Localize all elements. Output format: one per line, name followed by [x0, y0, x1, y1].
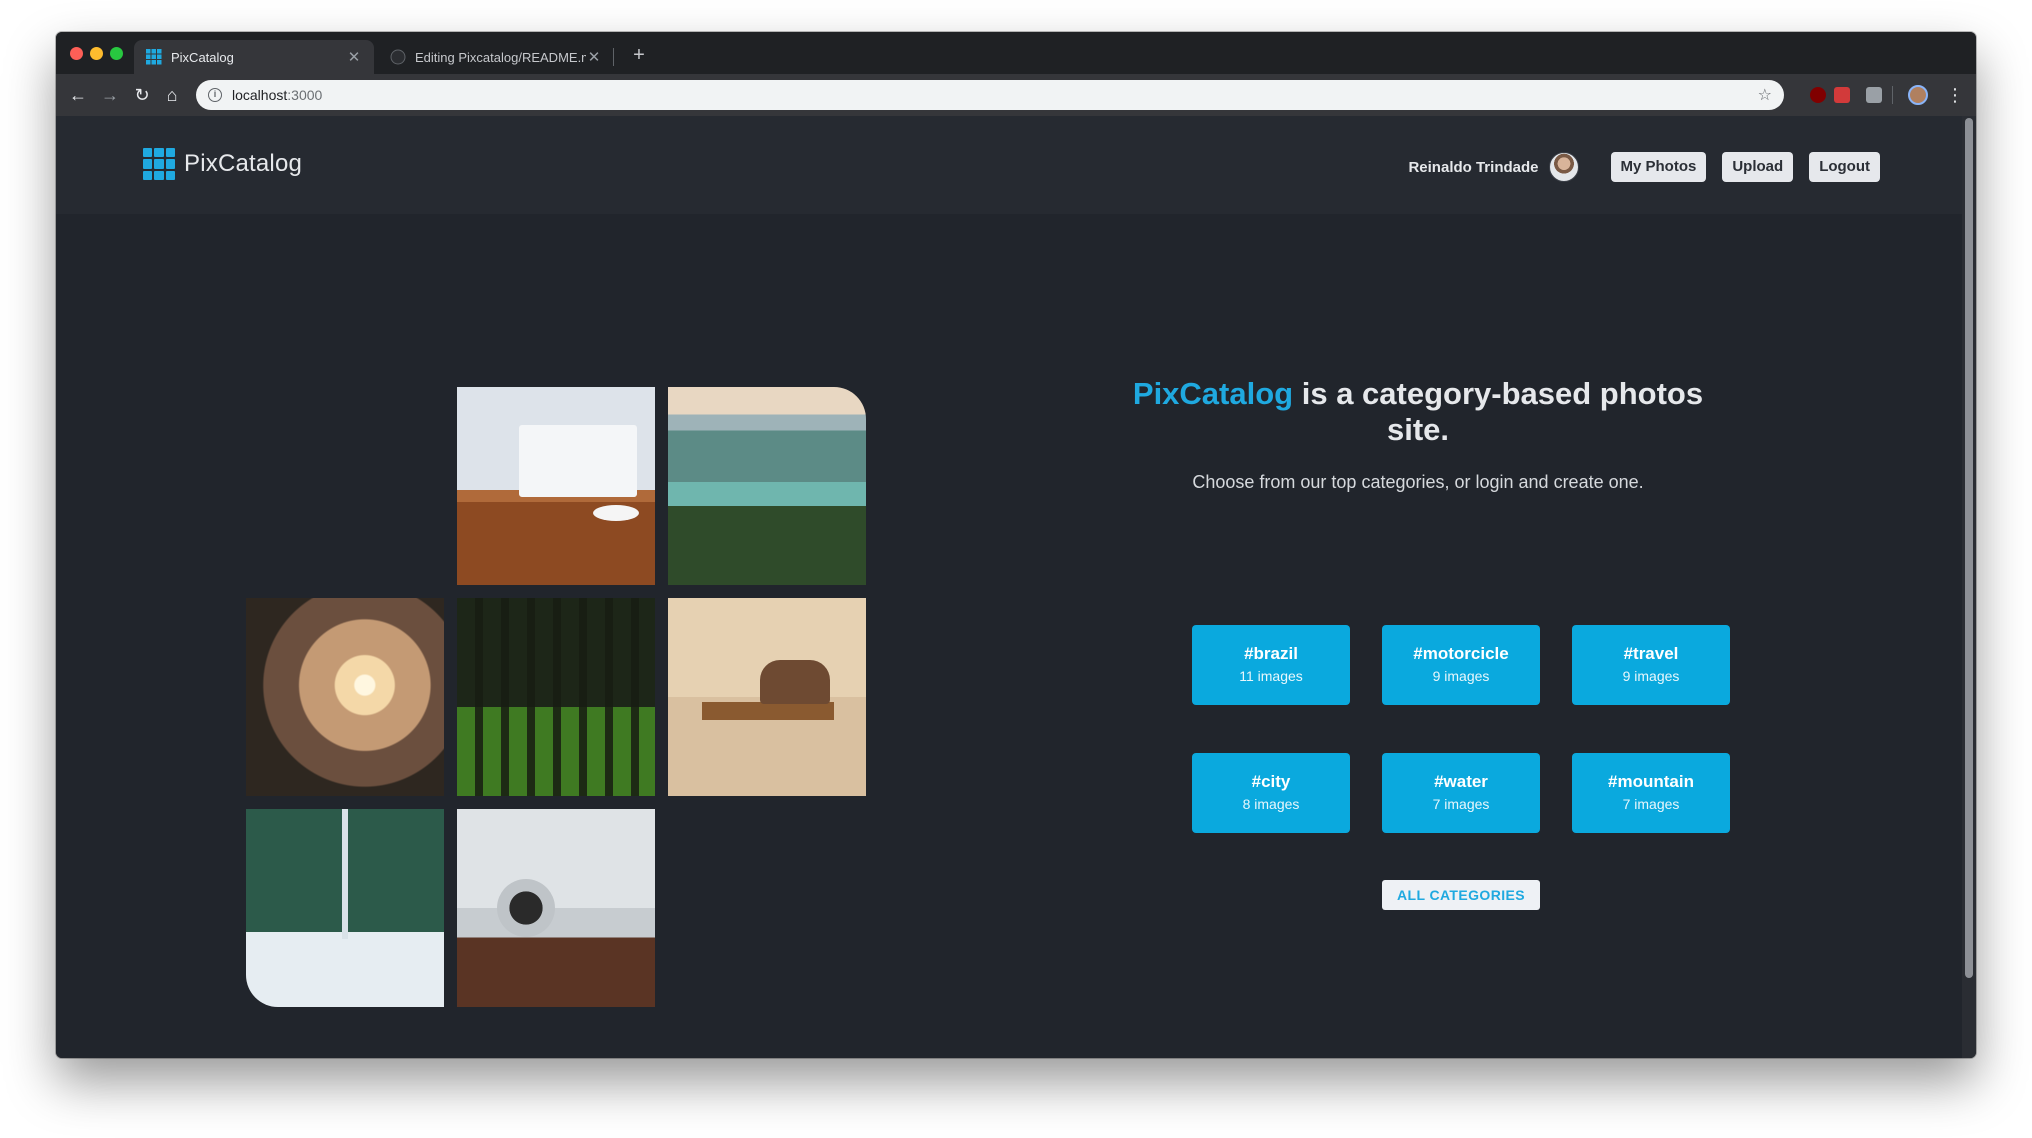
- url-host: localhost: [232, 87, 288, 103]
- hero-title: PixCatalog is a category-based photos si…: [1100, 376, 1736, 448]
- category-count: 9 images: [1432, 668, 1490, 684]
- category-count: 7 images: [1432, 796, 1490, 812]
- page-viewport: PixCatalog Reinaldo Trindade My Photos U…: [56, 116, 1976, 1058]
- url-port: :3000: [287, 87, 323, 103]
- category-name: #city: [1251, 772, 1291, 791]
- scrollbar-thumb[interactable]: [1965, 118, 1973, 978]
- category-name: #mountain: [1608, 772, 1694, 791]
- tab-title: PixCatalog: [171, 49, 234, 65]
- category-count: 11 images: [1239, 668, 1303, 684]
- extension-icon[interactable]: [1834, 87, 1850, 103]
- user-name: Reinaldo Trindade: [1408, 158, 1539, 176]
- couple-bench-photo: [668, 598, 866, 796]
- site-logo[interactable]: PixCatalog: [143, 148, 302, 180]
- address-bar[interactable]: i localhost :3000 ☆: [196, 80, 1784, 110]
- close-window-button[interactable]: [70, 47, 83, 60]
- minimize-window-button[interactable]: [90, 47, 103, 60]
- my-photos-button[interactable]: My Photos: [1610, 152, 1707, 182]
- site-header: PixCatalog Reinaldo Trindade My Photos U…: [56, 116, 1962, 214]
- tab-divider: [613, 48, 614, 66]
- hero-title-rest: is a category-based photos site.: [1293, 376, 1704, 447]
- category-name: #motorcicle: [1413, 644, 1509, 663]
- photo-mosaic: [246, 387, 866, 1007]
- category-card-city[interactable]: #city 8 images: [1192, 753, 1350, 833]
- new-tab-plus-icon[interactable]: +: [626, 42, 652, 68]
- category-card-motorcicle[interactable]: #motorcicle 9 images: [1382, 625, 1540, 705]
- category-count: 8 images: [1242, 796, 1300, 812]
- close-tab-icon[interactable]: ✕: [586, 48, 602, 66]
- logout-button[interactable]: Logout: [1809, 152, 1880, 182]
- info-icon[interactable]: i: [208, 88, 222, 102]
- desk-laptop-photo: [457, 387, 655, 585]
- browser-toolbar: ← → ↻ ⌂ i localhost :3000 ☆ ⋮: [56, 74, 1976, 116]
- logo-text: PixCatalog: [184, 150, 303, 177]
- star-icon[interactable]: ☆: [1758, 85, 1772, 105]
- hero-subtitle: Choose from our top categories, or login…: [1192, 472, 1644, 492]
- all-categories-button[interactable]: ALL CATEGORIES: [1382, 880, 1540, 910]
- github-favicon-icon: [390, 49, 406, 65]
- upload-button[interactable]: Upload: [1722, 152, 1794, 182]
- profile-avatar-icon[interactable]: [1908, 85, 1928, 105]
- bridge-underside-photo: [246, 809, 444, 1007]
- category-count: 7 images: [1622, 796, 1680, 812]
- category-name: #travel: [1623, 644, 1679, 663]
- tab-github-readme[interactable]: Editing Pixcatalog/README.md ✕: [378, 40, 614, 74]
- category-count: 9 images: [1622, 668, 1680, 684]
- maximize-window-button[interactable]: [110, 47, 123, 60]
- category-card-brazil[interactable]: #brazil 11 images: [1192, 625, 1350, 705]
- hero-brand: PixCatalog: [1132, 376, 1294, 411]
- category-name: #brazil: [1244, 644, 1298, 663]
- tab-pixcatalog[interactable]: PixCatalog ✕: [134, 40, 374, 74]
- avatar[interactable]: [1548, 152, 1579, 182]
- user-area: Reinaldo Trindade My Photos Upload Logou…: [1408, 152, 1880, 182]
- kebab-menu-icon[interactable]: ⋮: [1946, 83, 1964, 107]
- category-card-mountain[interactable]: #mountain 7 images: [1572, 753, 1730, 833]
- category-grid: #brazil 11 images #motorcicle 9 images #…: [1192, 625, 1732, 833]
- forest-photo: [457, 598, 655, 796]
- ublock-extension-icon[interactable]: [1810, 87, 1826, 103]
- lake-mountains-photo: [668, 387, 866, 585]
- category-card-water[interactable]: #water 7 images: [1382, 753, 1540, 833]
- home-icon[interactable]: ⌂: [160, 83, 184, 107]
- category-card-travel[interactable]: #travel 9 images: [1572, 625, 1730, 705]
- toolbar-divider: [1892, 86, 1893, 104]
- tab-bar: PixCatalog ✕ Editing Pixcatalog/README.m…: [56, 32, 1976, 74]
- hero: PixCatalog is a category-based photos si…: [1100, 376, 1736, 493]
- scrollbar[interactable]: [1962, 116, 1976, 1058]
- pixcatalog-logo-icon: [143, 148, 175, 180]
- close-tab-icon[interactable]: ✕: [346, 48, 362, 66]
- arrow-left-icon[interactable]: ←: [66, 83, 90, 107]
- pixcatalog-favicon-icon: [146, 49, 162, 65]
- speaker-desk-photo: [457, 809, 655, 1007]
- tab-title: Editing Pixcatalog/README.md: [415, 49, 586, 65]
- camera-extension-icon[interactable]: [1866, 87, 1882, 103]
- mountain-sunset-photo: [246, 598, 444, 796]
- category-name: #water: [1434, 772, 1488, 791]
- reload-icon[interactable]: ↻: [130, 83, 154, 107]
- arrow-right-icon[interactable]: →: [98, 83, 122, 107]
- browser-window: PixCatalog ✕ Editing Pixcatalog/README.m…: [56, 32, 1976, 1058]
